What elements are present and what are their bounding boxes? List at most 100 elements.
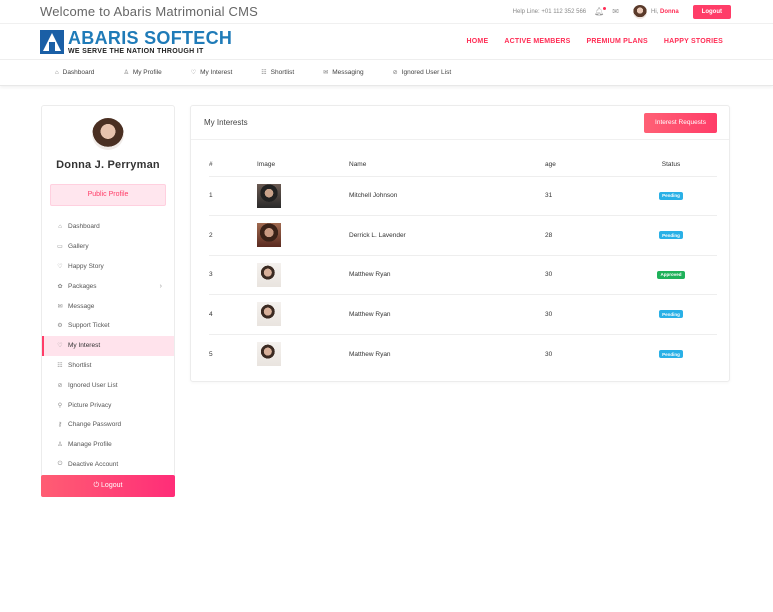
image-icon: ▭: [57, 244, 63, 251]
bell-icon[interactable]: 🔔︎: [594, 6, 607, 16]
subnav-label: My Profile: [132, 69, 162, 76]
package-icon: ✿: [57, 283, 63, 290]
user-photo[interactable]: [257, 223, 281, 248]
nav-premium-plans[interactable]: PREMIUM PLANS: [587, 38, 648, 45]
row-image[interactable]: [257, 255, 349, 295]
nav-active-members[interactable]: ACTIVE MEMBERS: [504, 38, 570, 45]
row-age: 30: [545, 294, 625, 335]
sidebar-item-ignored-user-list[interactable]: ⊘ Ignored User List: [42, 375, 174, 395]
sidebar-item-label: Message: [68, 302, 95, 310]
col-status: Status: [625, 154, 717, 177]
row-name[interactable]: Matthew Ryan: [349, 294, 545, 335]
profile-name: Donna J. Perryman: [56, 159, 160, 171]
user-icon: ♙: [57, 442, 63, 449]
sidebar-item-message[interactable]: ✉ Message: [42, 296, 174, 316]
greeting: Hi, Donna: [651, 9, 679, 15]
row-number: 4: [209, 294, 257, 335]
greeting-label: Hi,: [650, 8, 659, 15]
welcome-text: Welcome to Abaris Matrimonial CMS: [40, 4, 259, 19]
table-row[interactable]: 3 Matthew Ryan 30 Approved: [209, 255, 717, 295]
profile-photo: [92, 118, 124, 150]
home-icon: ⌂: [55, 69, 59, 76]
subnav-my-interest[interactable]: ♡ My Interest: [191, 69, 233, 76]
status-badge: Pending: [659, 310, 683, 319]
sidebar-item-shortlist[interactable]: ☷ Shortlist: [42, 356, 174, 376]
sidebar-logout-label: Logout: [101, 482, 123, 489]
sidebar-item-label: Dashboard: [68, 223, 100, 231]
sidebar-item-picture-privacy[interactable]: ⚲ Picture Privacy: [42, 395, 174, 415]
sidebar-item-dashboard[interactable]: ⌂ Dashboard: [42, 217, 174, 237]
brand-logo[interactable]: ABARIS SOFTECH WE SERVE THE NATION THROU…: [40, 29, 232, 55]
sidebar-item-label: Ignored User List: [68, 381, 118, 389]
subnav-label: Dashboard: [62, 69, 95, 76]
status-badge: Pending: [659, 231, 683, 240]
sidebar-item-label: Shortlist: [68, 361, 92, 369]
sidebar-logout-button[interactable]: ⏻ Logout: [41, 475, 175, 497]
list-icon: ☷: [261, 70, 267, 76]
row-name[interactable]: Matthew Ryan: [349, 334, 545, 374]
user-photo[interactable]: [257, 342, 281, 366]
public-profile-button[interactable]: Public Profile: [50, 184, 166, 206]
row-image[interactable]: [257, 294, 349, 335]
user-photo[interactable]: [257, 262, 281, 287]
interests-panel: My Interests Interest Requests # Image N…: [190, 105, 730, 382]
sidebar-item-support-ticket[interactable]: ⚙ Support Ticket: [42, 316, 174, 336]
row-name[interactable]: Mitchell Johnson: [349, 176, 545, 216]
status-badge: Pending: [659, 350, 683, 358]
table-row[interactable]: 4 Matthew Ryan 30 Pending: [209, 294, 717, 335]
heart-icon: ♡: [57, 263, 63, 270]
sidebar-item-happy-story[interactable]: ♡ Happy Story: [42, 257, 174, 277]
row-age: 31: [545, 176, 625, 216]
user-photo[interactable]: [257, 302, 281, 327]
user-photo[interactable]: [257, 183, 281, 208]
row-age: 30: [545, 255, 625, 295]
key-icon: ⚷: [57, 422, 63, 429]
sidebar-item-manage-profile[interactable]: ♙ Manage Profile: [42, 435, 174, 455]
mail-icon: ✉: [57, 303, 63, 310]
sub-nav: ⌂ Dashboard ♙ My Profile ♡ My Interest ☷ Sho…: [0, 60, 773, 86]
interest-requests-button[interactable]: Interest Requests: [644, 112, 717, 133]
main-nav: HOME ACTIVE MEMBERS PREMIUM PLANS HAPPY …: [451, 38, 723, 45]
sidebar-item-label: Manage Profile: [68, 441, 112, 449]
col-number: #: [209, 154, 257, 177]
sidebar-item-packages[interactable]: ✿ Packages ›: [42, 276, 174, 296]
privacy-icon: ⚲: [57, 402, 63, 409]
mail-icon[interactable]: ✉: [612, 7, 619, 16]
sidebar-item-my-interest[interactable]: ♡ My Interest: [42, 335, 174, 356]
subnav-dashboard[interactable]: ⌂ Dashboard: [55, 69, 94, 76]
row-number: 1: [209, 176, 257, 216]
row-status: Pending: [625, 176, 717, 216]
row-name[interactable]: Derrick L. Lavender: [349, 215, 545, 256]
row-image[interactable]: [257, 176, 349, 216]
heart-icon: ♡: [57, 343, 63, 350]
site-header: ABARIS SOFTECH WE SERVE THE NATION THROU…: [0, 24, 773, 60]
table-header-row: # Image Name age Status: [209, 154, 717, 177]
table-row[interactable]: 5 Matthew Ryan 30 Pending: [209, 334, 717, 374]
sidebar-item-label: Gallery: [68, 243, 89, 251]
list-icon: ☷: [57, 362, 63, 369]
subnav-my-profile[interactable]: ♙ My Profile: [123, 69, 161, 76]
table-row[interactable]: 2 Derrick L. Lavender 28 Pending: [209, 215, 717, 256]
row-image[interactable]: [257, 334, 349, 374]
subnav-label: Shortlist: [270, 69, 295, 76]
subnav-messaging[interactable]: ✉ Messaging: [323, 69, 363, 76]
sidebar-item-deactive-account[interactable]: ⏻ Deactive Account: [42, 455, 174, 475]
home-icon: ⌂: [58, 223, 62, 230]
block-icon: ⊘: [392, 70, 398, 76]
row-image[interactable]: [257, 215, 349, 256]
avatar[interactable]: [632, 4, 647, 19]
subnav-shortlist[interactable]: ☷ Shortlist: [261, 69, 294, 76]
sidebar-item-gallery[interactable]: ▭ Gallery: [42, 237, 174, 257]
col-image: Image: [257, 154, 349, 177]
row-name[interactable]: Matthew Ryan: [349, 255, 545, 295]
nav-happy-stories[interactable]: HAPPY STORIES: [664, 38, 723, 45]
status-badge: Approved: [657, 270, 685, 279]
subnav-ignored-user-list[interactable]: ⊘ Ignored User List: [393, 69, 452, 76]
nav-home[interactable]: HOME: [467, 38, 489, 45]
sidebar-item-label: Packages: [68, 282, 97, 290]
panel-title: My Interests: [204, 118, 248, 127]
logout-button[interactable]: Logout: [692, 4, 731, 19]
sidebar-item-change-password[interactable]: ⚷ Change Password: [42, 415, 174, 435]
table-row[interactable]: 1 Mitchell Johnson 31 Pending: [209, 176, 717, 216]
sidebar-menu: ⌂ Dashboard ▭ Gallery ♡ Happy Story ✿ Packag…: [42, 217, 174, 474]
